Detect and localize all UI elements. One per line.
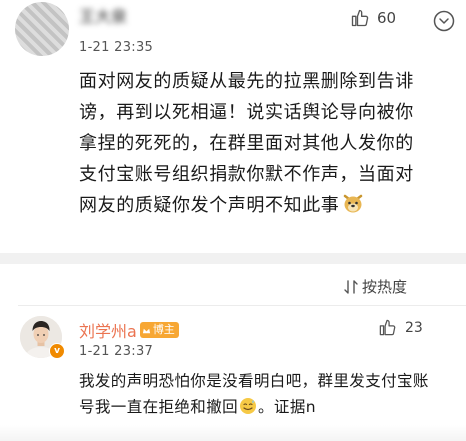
- sort-icon: [344, 279, 358, 294]
- reply-timestamp: 1-21 23:37: [79, 344, 154, 359]
- reply-text: 我发的声明恐怕你是没看明白吧，群里发支付宝账号我一直在拒绝和撤回 。证据n: [79, 368, 434, 423]
- reply-card: v 刘学州a 博主 1-21 23:37 23 我发的声明恐怕你是没看明白吧，群…: [0, 306, 466, 441]
- section-divider: [0, 253, 466, 264]
- avatar[interactable]: [15, 2, 69, 56]
- like-count: 60: [377, 9, 397, 27]
- reply-username[interactable]: 刘学州a: [79, 318, 137, 342]
- like-count: 23: [405, 319, 423, 336]
- verified-badge-icon: v: [49, 343, 65, 359]
- awkward-smile-emoji: [239, 397, 257, 423]
- thumbs-up-icon: [379, 319, 396, 336]
- like-button[interactable]: 23: [378, 318, 423, 337]
- thumbs-up-icon: [351, 9, 369, 27]
- comment-timestamp: 1-21 23:35: [79, 40, 154, 55]
- reply-sort-bar: 按热度: [0, 264, 466, 306]
- comment-thread: 王大泉 1-21 23:35 60 面对网友的质疑从最先的拉黑删除到告诽谤，再到…: [0, 0, 466, 441]
- reply-author: 刘学州a 博主: [79, 318, 179, 342]
- comment-card: 王大泉 1-21 23:35 60 面对网友的质疑从最先的拉黑删除到告诽谤，再到…: [0, 0, 466, 253]
- crown-icon: [142, 328, 150, 333]
- blogger-badge-label: 博主: [152, 323, 175, 336]
- sort-label: 按热度: [362, 278, 408, 296]
- sort-by-hot-button[interactable]: 按热度: [343, 276, 407, 297]
- like-button[interactable]: 60: [350, 8, 396, 28]
- doge-emoji: [342, 192, 364, 224]
- comment-text: 面对网友的质疑从最先的拉黑删除到告诽谤，再到以死相逼！说实话舆论导向被你拿捏的死…: [79, 66, 419, 224]
- reply-text-part2: 。证据n: [258, 398, 316, 416]
- blogger-badge: 博主: [139, 322, 179, 338]
- comment-username[interactable]: 王大泉: [79, 7, 159, 27]
- more-options-icon[interactable]: [433, 10, 455, 32]
- bottom-fade: [0, 425, 466, 441]
